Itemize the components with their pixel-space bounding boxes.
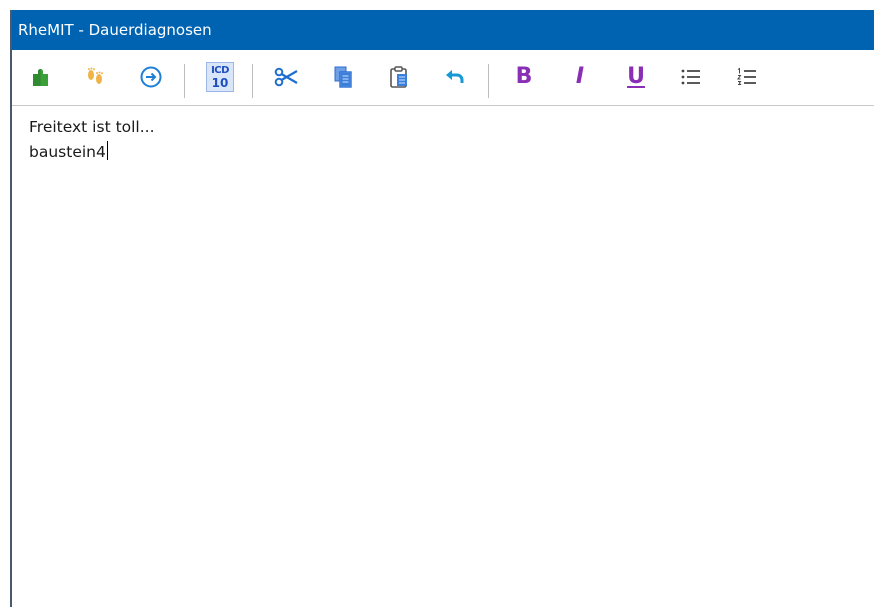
window-title: RheMIT - Dauerdiagnosen (18, 21, 212, 39)
add-textblock-button[interactable] (26, 62, 56, 92)
copy-icon (334, 66, 352, 88)
underline-icon: U (627, 64, 645, 89)
undo-button[interactable] (440, 62, 470, 92)
bullet-list-button[interactable] (676, 62, 706, 92)
numbered-list-icon (737, 67, 756, 85)
icd10-button[interactable]: ICD 10 (205, 62, 235, 92)
forward-button[interactable] (136, 62, 166, 92)
text-cursor (106, 141, 108, 160)
puzzle-icon (33, 68, 48, 86)
toolbar-separator (184, 64, 185, 98)
bold-icon: B (515, 64, 533, 89)
paste-icon (390, 66, 407, 88)
underline-button[interactable]: U (621, 62, 651, 92)
editor-line-2-text: baustein4 (29, 143, 106, 161)
text-editor[interactable]: Freitext ist toll... baustein4 (12, 107, 874, 607)
icd10-icon: ICD 10 (206, 62, 234, 92)
footprints-button[interactable] (80, 62, 110, 92)
bullet-list-icon (681, 69, 700, 85)
copy-button[interactable] (328, 62, 358, 92)
scissors-icon (274, 67, 298, 87)
italic-icon: I (575, 64, 585, 89)
toolbar-separator (488, 64, 489, 98)
undo-icon (446, 70, 464, 83)
italic-button[interactable]: I (565, 62, 595, 92)
numbered-list-button[interactable] (732, 62, 762, 92)
cut-button[interactable] (272, 62, 302, 92)
paste-button[interactable] (384, 62, 414, 92)
icd-label-bottom: 10 (211, 76, 229, 90)
editor-line-2: baustein4 (29, 140, 874, 165)
toolbar: ICD 10 B I U (12, 50, 874, 106)
app-window: RheMIT - Dauerdiagnosen ICD 10 B I U Fre… (10, 10, 874, 607)
toolbar-separator (252, 64, 253, 98)
bold-button[interactable]: B (509, 62, 539, 92)
arrow-circle-right-icon (140, 66, 162, 88)
editor-line-1: Freitext ist toll... (29, 118, 155, 136)
footprints-icon (88, 67, 103, 84)
title-bar[interactable]: RheMIT - Dauerdiagnosen (12, 10, 874, 50)
